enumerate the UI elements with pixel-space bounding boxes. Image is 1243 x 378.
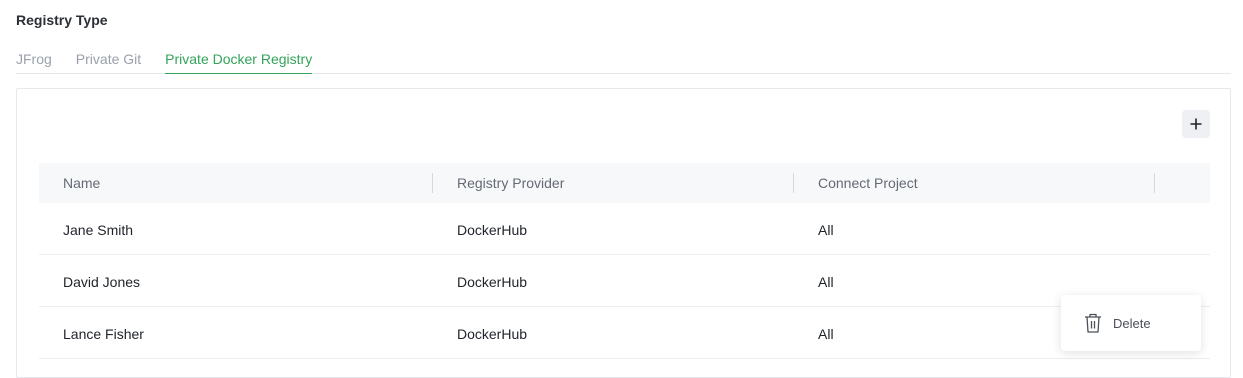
table-header: Name Registry Provider Connect Project	[39, 163, 1210, 203]
column-resize-handle[interactable]	[1154, 173, 1155, 193]
cell-name: David Jones	[63, 274, 141, 290]
add-registry-button[interactable]	[1182, 110, 1210, 138]
cell-registry-provider: DockerHub	[457, 326, 528, 342]
delete-label: Delete	[1113, 315, 1151, 331]
table-row[interactable]: Lance Fisher DockerHub All	[39, 307, 1210, 359]
column-header-name[interactable]: Name	[63, 175, 100, 191]
column-resize-handle[interactable]	[793, 173, 794, 193]
cell-registry-provider: DockerHub	[457, 274, 528, 290]
tab-private-docker-registry[interactable]: Private Docker Registry	[165, 50, 313, 74]
registry-table: Name Registry Provider Connect Project J…	[39, 163, 1210, 359]
tab-private-git[interactable]: Private Git	[76, 50, 141, 74]
cell-connect-project: All	[818, 326, 834, 342]
registry-type-tabs: JFrog Private Git Private Docker Registr…	[16, 50, 1231, 74]
column-header-connect-project[interactable]: Connect Project	[818, 175, 918, 191]
cell-name: Jane Smith	[63, 222, 134, 238]
table-row[interactable]: Jane Smith DockerHub All	[39, 203, 1210, 255]
column-resize-handle[interactable]	[432, 173, 433, 193]
plus-icon	[1190, 118, 1202, 130]
cell-registry-provider: DockerHub	[457, 222, 528, 238]
delete-menu-item[interactable]: Delete	[1061, 295, 1201, 351]
tab-jfrog[interactable]: JFrog	[16, 50, 52, 74]
trash-icon	[1085, 313, 1101, 333]
table-row[interactable]: David Jones DockerHub All	[39, 255, 1210, 307]
cell-connect-project: All	[818, 274, 834, 290]
column-header-registry-provider[interactable]: Registry Provider	[457, 175, 564, 191]
section-title: Registry Type	[16, 12, 108, 28]
cell-name: Lance Fisher	[63, 326, 144, 342]
cell-connect-project: All	[818, 222, 834, 238]
registry-card: Name Registry Provider Connect Project J…	[16, 88, 1231, 378]
